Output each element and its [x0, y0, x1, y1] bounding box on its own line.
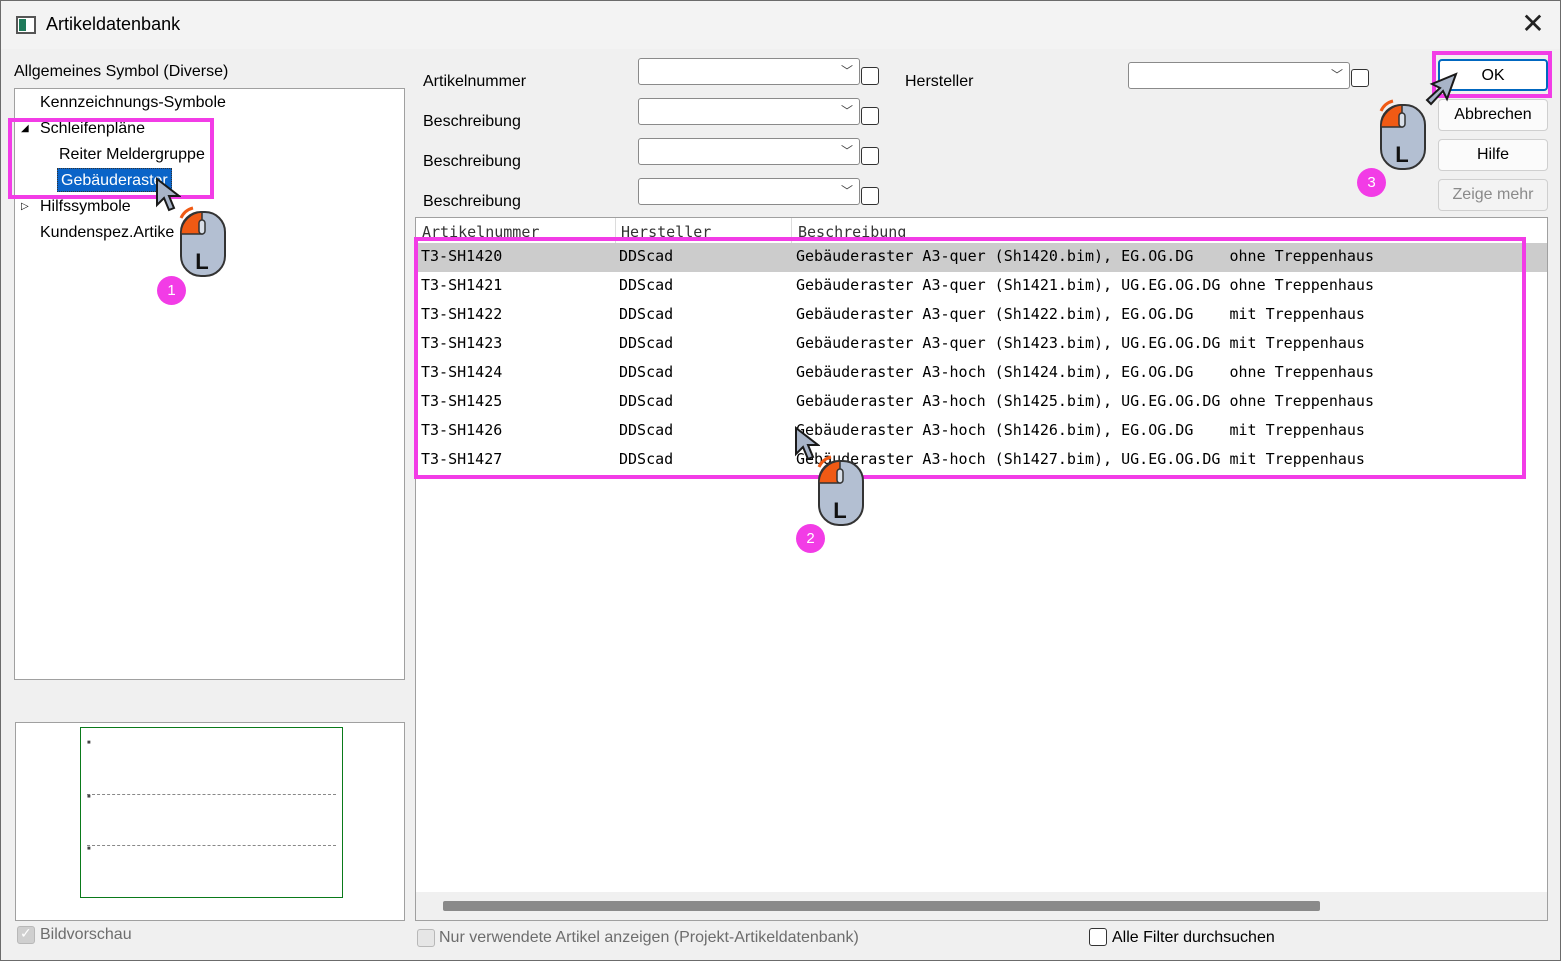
cell-hersteller: DDScad [619, 305, 674, 323]
title-bar: Artikeldatenbank ✕ [1, 1, 1560, 49]
cell-artikelnummer: T3-SH1425 [421, 392, 503, 410]
hilfe-button[interactable]: Hilfe [1438, 139, 1548, 171]
list-header: Artikelnummer Hersteller Beschreibung [416, 218, 1547, 245]
scrollbar-thumb[interactable] [443, 901, 1320, 911]
hersteller-checkbox[interactable] [1351, 69, 1369, 87]
nur-verwendete-label: Nur verwendete Artikel anzeigen (Projekt… [439, 929, 859, 946]
collapse-triangle-icon[interactable]: ◢ [21, 123, 29, 134]
cell-artikelnummer: T3-SH1426 [421, 421, 503, 439]
cell-beschreibung: Gebäuderaster A3-quer (Sh1421.bim), UG.E… [796, 276, 1374, 294]
alle-filter-checkbox[interactable] [1089, 928, 1107, 946]
horizontal-scrollbar[interactable] [416, 892, 1547, 920]
app-icon [16, 16, 36, 34]
beschreibung-2-checkbox[interactable] [861, 147, 879, 165]
expand-triangle-icon[interactable]: ▷ [21, 201, 29, 212]
cell-hersteller: DDScad [619, 421, 674, 439]
beschreibung-3-combo[interactable]: ﹀ [638, 178, 860, 205]
chevron-down-icon: ﹀ [840, 64, 853, 78]
svg-text:L: L [195, 249, 208, 274]
cell-beschreibung: Gebäuderaster A3-hoch (Sh1427.bim), UG.E… [796, 450, 1365, 468]
group-label: Allgemeines Symbol (Diverse) [14, 63, 229, 80]
table-row[interactable]: T3-SH1423 DDScad Gebäuderaster A3-quer (… [416, 330, 1547, 359]
cell-hersteller: DDScad [619, 392, 674, 410]
step-badge-3: 3 [1357, 168, 1386, 197]
mouse-left-click-icon: L [179, 206, 226, 277]
article-list[interactable]: Artikelnummer Hersteller Beschreibung T3… [415, 217, 1548, 921]
artikeldatenbank-dialog: Artikeldatenbank ✕ Allgemeines Symbol (D… [0, 0, 1561, 961]
cell-beschreibung: Gebäuderaster A3-quer (Sh1423.bim), UG.E… [796, 334, 1365, 352]
table-row[interactable]: T3-SH1425 DDScad Gebäuderaster A3-hoch (… [416, 388, 1547, 417]
bildvorschau-checkbox[interactable] [17, 925, 35, 944]
beschreibung-3-checkbox[interactable] [861, 187, 879, 205]
beschreibung-3-label: Beschreibung [423, 193, 521, 210]
preview-sheet: ■ ■ ■ [80, 727, 343, 898]
step-badge-1: 1 [157, 276, 186, 305]
alle-filter-label: Alle Filter durchsuchen [1112, 929, 1275, 946]
cell-hersteller: DDScad [619, 363, 674, 381]
close-icon[interactable]: ✕ [1518, 9, 1548, 39]
cell-artikelnummer: T3-SH1424 [421, 363, 503, 381]
cell-hersteller: DDScad [619, 247, 674, 265]
chevron-down-icon: ﹀ [1330, 68, 1343, 82]
artikelnummer-label: Artikelnummer [423, 73, 527, 90]
nur-verwendete-checkbox[interactable] [417, 929, 435, 947]
cell-beschreibung: Gebäuderaster A3-quer (Sh1422.bim), EG.O… [796, 305, 1365, 323]
image-preview: ■ ■ ■ [15, 722, 405, 921]
cell-artikelnummer: T3-SH1427 [421, 450, 503, 468]
beschreibung-2-combo[interactable]: ﹀ [638, 138, 860, 165]
hersteller-combo[interactable]: ﹀ [1128, 62, 1350, 89]
cell-hersteller: DDScad [619, 334, 674, 352]
column-header-artikelnummer[interactable]: Artikelnummer [422, 223, 539, 241]
mouse-left-click-icon: L [817, 455, 864, 526]
cell-hersteller: DDScad [619, 276, 674, 294]
cell-beschreibung: Gebäuderaster A3-hoch (Sh1425.bim), UG.E… [796, 392, 1374, 410]
step-badge-2: 2 [796, 524, 825, 553]
table-row[interactable]: T3-SH1424 DDScad Gebäuderaster A3-hoch (… [416, 359, 1547, 388]
table-row[interactable]: T3-SH1426 DDScad Gebäuderaster A3-hoch (… [416, 417, 1547, 446]
window-title: Artikeldatenbank [46, 14, 181, 34]
cell-artikelnummer: T3-SH1423 [421, 334, 503, 352]
beschreibung-2-label: Beschreibung [423, 153, 521, 170]
artikelnummer-checkbox[interactable] [861, 67, 879, 85]
cell-beschreibung: Gebäuderaster A3-quer (Sh1420.bim), EG.O… [796, 247, 1374, 265]
table-row[interactable]: T3-SH1427 DDScad Gebäuderaster A3-hoch (… [416, 446, 1547, 475]
zeige-mehr-button[interactable]: Zeige mehr [1438, 179, 1548, 211]
cell-artikelnummer: T3-SH1422 [421, 305, 503, 323]
tree-item-kundenspez-artikel[interactable]: Kundenspez.Artikel [40, 221, 175, 245]
tree-item-kennzeichnungs-symbole[interactable]: Kennzeichnungs-Symbole [40, 91, 226, 115]
beschreibung-1-label: Beschreibung [423, 113, 521, 130]
bildvorschau-label: Bildvorschau [40, 926, 132, 943]
tree-item-hilfssymbole[interactable]: Hilfssymbole [40, 195, 131, 219]
cell-artikelnummer: T3-SH1421 [421, 276, 503, 294]
table-row[interactable]: T3-SH1422 DDScad Gebäuderaster A3-quer (… [416, 301, 1547, 330]
cell-artikelnummer: T3-SH1420 [421, 247, 503, 265]
cell-beschreibung: Gebäuderaster A3-hoch (Sh1424.bim), EG.O… [796, 363, 1374, 381]
chevron-down-icon: ﹀ [840, 184, 853, 198]
table-row[interactable]: T3-SH1421 DDScad Gebäuderaster A3-quer (… [416, 272, 1547, 301]
artikelnummer-combo[interactable]: ﹀ [638, 58, 860, 85]
column-header-hersteller[interactable]: Hersteller [621, 223, 711, 241]
tree-item-reiter-meldergruppe[interactable]: Reiter Meldergruppe [59, 143, 205, 167]
cell-hersteller: DDScad [619, 450, 674, 468]
beschreibung-1-checkbox[interactable] [861, 107, 879, 125]
chevron-down-icon: ﹀ [840, 104, 853, 118]
column-header-beschreibung[interactable]: Beschreibung [798, 223, 906, 241]
beschreibung-1-combo[interactable]: ﹀ [638, 98, 860, 125]
table-row[interactable]: T3-SH1420 DDScad Gebäuderaster A3-quer (… [416, 243, 1547, 272]
cell-beschreibung: Gebäuderaster A3-hoch (Sh1426.bim), EG.O… [796, 421, 1365, 439]
hersteller-label: Hersteller [905, 73, 974, 90]
chevron-down-icon: ﹀ [840, 144, 853, 158]
svg-text:L: L [833, 498, 846, 523]
tree-item-schleifenplaene[interactable]: Schleifenpläne [40, 117, 145, 141]
mouse-left-click-icon: L [1379, 99, 1426, 170]
svg-text:L: L [1395, 142, 1408, 167]
category-tree[interactable]: Kennzeichnungs-Symbole ◢ Schleifenpläne … [14, 88, 405, 680]
